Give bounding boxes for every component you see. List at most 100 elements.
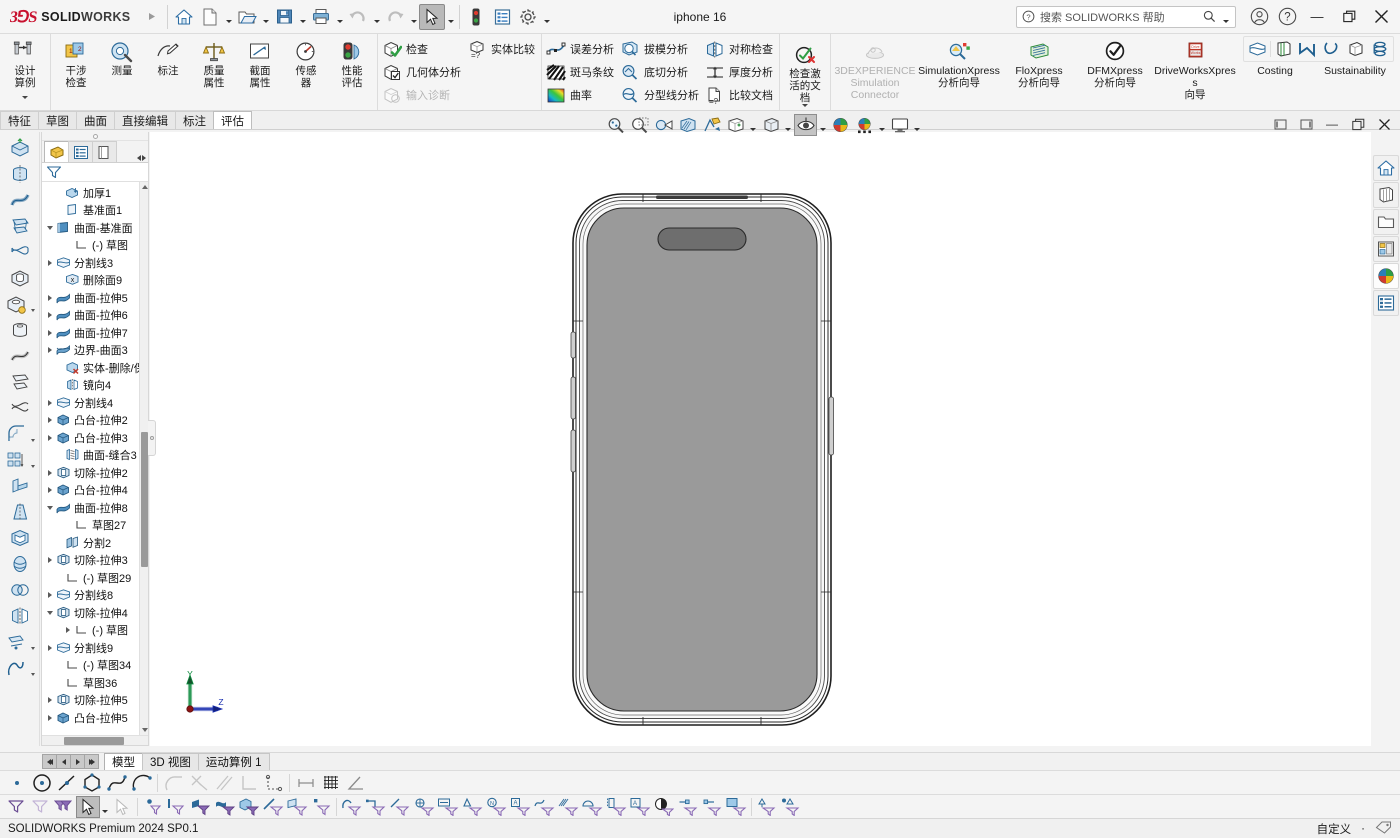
feature-tree-node[interactable]: 实体-删除/保 [42, 359, 148, 377]
interference-detection-button[interactable]: 1 2 干涉检查 [53, 36, 99, 90]
new-document-dropdown[interactable] [223, 4, 234, 30]
trim-entities-icon[interactable] [186, 772, 211, 794]
filter-surface-finish-icon[interactable] [460, 796, 484, 818]
feature-tree-node[interactable]: 曲面-拉伸8 [42, 499, 148, 517]
tree-vertical-scrollbar[interactable] [139, 182, 148, 735]
status-tag-icon[interactable] [1375, 820, 1392, 838]
floxpress-wizard-button[interactable]: FloXpress分析向导 [1001, 36, 1077, 90]
hide-show-items-dropdown[interactable] [818, 114, 828, 136]
solidworks-menu-expand-button[interactable] [138, 4, 164, 30]
filter-edges-icon[interactable] [165, 796, 189, 818]
tree-expand-arrow[interactable] [44, 587, 55, 604]
feature-tree-node[interactable]: 分割线4 [42, 394, 148, 412]
tab-features[interactable]: 特征 [0, 111, 39, 129]
home-icon[interactable] [171, 4, 197, 30]
tree-expand-arrow[interactable] [44, 394, 55, 411]
surface-flatten-icon[interactable] [1246, 38, 1269, 60]
filter-cosmetic-thread-icon[interactable] [604, 796, 628, 818]
filter-weldment-icon[interactable] [724, 796, 748, 818]
close-button[interactable] [1366, 4, 1396, 30]
feature-tree-node[interactable]: 分割2 [42, 534, 148, 552]
display-style-dropdown[interactable] [783, 114, 793, 136]
feature-tree-node[interactable]: 凸台-拉伸5 [42, 709, 148, 727]
fillet-dropdown[interactable] [29, 422, 37, 446]
arc-icon[interactable] [129, 772, 154, 794]
feature-tree-node[interactable]: 曲面-拉伸6 [42, 307, 148, 325]
print-dropdown[interactable] [334, 4, 345, 30]
filter-weld-icon[interactable] [580, 796, 604, 818]
extruded-cut-button[interactable] [7, 265, 33, 290]
tree-expand-arrow[interactable] [44, 639, 55, 656]
file-properties-icon[interactable] [489, 4, 515, 30]
symmetry-check-button[interactable]: 对称检查 [703, 38, 777, 60]
filter-surfaces-icon[interactable] [213, 796, 237, 818]
tree-scroll-down-arrow[interactable] [140, 725, 148, 735]
undo-icon[interactable] [345, 4, 371, 30]
markup-button[interactable]: 标注 [145, 36, 191, 78]
tab-nav-arrows[interactable] [137, 155, 148, 162]
deviation-analysis-button[interactable]: 误差分析 [544, 38, 618, 60]
composite-curve-icon[interactable] [1344, 38, 1367, 60]
projected-curve-icon[interactable] [1296, 38, 1319, 60]
check-active-doc-dropdown[interactable] [801, 104, 810, 110]
tree-expand-arrow[interactable] [44, 289, 55, 306]
lofted-boss-button[interactable] [7, 213, 33, 238]
tree-expand-arrow[interactable] [44, 604, 55, 621]
bottom-tab-model[interactable]: 模型 [104, 753, 143, 770]
feature-tree-node[interactable]: 草图36 [42, 674, 148, 692]
tab-markup[interactable]: 标注 [175, 111, 214, 129]
tab-sketch[interactable]: 草图 [38, 111, 77, 129]
driveworksxpress-wizard-button[interactable]: Drive Works DriveWorksXpress向导 [1153, 36, 1237, 101]
filter-route-points-icon[interactable] [700, 796, 724, 818]
doc-close-button[interactable] [1374, 114, 1394, 134]
options-dropdown[interactable] [541, 4, 552, 30]
custom-properties-icon[interactable] [1373, 290, 1399, 316]
feature-tree-node[interactable]: (-) 草图34 [42, 657, 148, 675]
bottom-tab-3dviews[interactable]: 3D 视图 [142, 753, 199, 770]
feature-tree-node[interactable]: 曲面-基准面 [42, 219, 148, 237]
viewport-icon[interactable] [888, 114, 911, 136]
performance-evaluation-button[interactable]: 性能评估 [329, 36, 375, 90]
feature-tree-node[interactable]: 曲面-缝合3 [42, 447, 148, 465]
graphics-area[interactable]: Y Z [150, 132, 1371, 746]
tab-nav-last[interactable] [84, 754, 99, 769]
shell-button[interactable] [7, 525, 33, 550]
doc-restore-left-button[interactable] [1270, 114, 1290, 134]
bottom-tab-motion-study[interactable]: 运动算例 1 [198, 753, 270, 770]
mirror-button[interactable] [7, 603, 33, 628]
helix-spiral-icon[interactable] [1368, 38, 1391, 60]
filter-notes-icon[interactable]: A [508, 796, 532, 818]
design-study-dropdown[interactable] [21, 96, 30, 102]
section-properties-button[interactable]: 截面属性 [237, 36, 283, 90]
filter-balloons-icon[interactable]: N [484, 796, 508, 818]
filter-solid-bodies-icon[interactable] [237, 796, 261, 818]
tree-horizontal-scrollbar[interactable] [42, 735, 148, 745]
configuration-manager-tab[interactable] [92, 141, 117, 162]
import-diagnostics-button[interactable]: 输入诊断 [380, 84, 465, 106]
view-home-icon[interactable] [1373, 155, 1399, 181]
apply-scene-icon[interactable] [829, 114, 852, 136]
tree-expand-arrow[interactable] [44, 324, 55, 341]
tab-nav-first[interactable] [42, 754, 57, 769]
ruled-surface-icon[interactable] [1272, 38, 1295, 60]
tree-expand-arrow[interactable] [44, 552, 55, 569]
property-manager-tab[interactable] [68, 141, 93, 162]
feature-tree-node[interactable]: (-) 草图29 [42, 569, 148, 587]
view-orientation-dropdown[interactable] [748, 114, 758, 136]
tree-expand-arrow[interactable] [44, 709, 55, 726]
feature-tree-node[interactable]: 凸台-拉伸3 [42, 429, 148, 447]
doc-maximize-button[interactable] [1348, 114, 1368, 134]
reference-geometry-dropdown[interactable] [29, 630, 37, 654]
tree-expand-arrow[interactable] [44, 412, 55, 429]
open-document-dropdown[interactable] [260, 4, 271, 30]
check-active-document-button[interactable]: 检查激活的文档 [782, 36, 828, 110]
select-dropdown[interactable] [445, 4, 456, 30]
check-button[interactable]: 检查 [380, 38, 465, 60]
swept-cut-button[interactable] [7, 343, 33, 368]
curvature-button[interactable]: 曲率 [544, 84, 618, 106]
tangent-arc-icon[interactable] [161, 772, 186, 794]
revolved-cut-button[interactable] [7, 317, 33, 342]
tree-scroll-up-arrow[interactable] [140, 182, 148, 192]
print-icon[interactable] [308, 4, 334, 30]
linear-pattern-button[interactable] [3, 447, 37, 472]
